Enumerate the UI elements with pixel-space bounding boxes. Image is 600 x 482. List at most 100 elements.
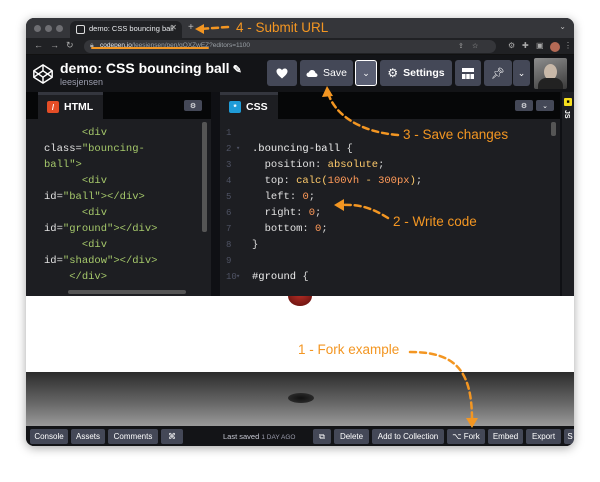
html-code[interactable]: <div class="bouncing-ball"> <div id="ball"… [26,125,211,285]
code-line[interactable]: class="bouncing- [26,141,211,157]
code-token: - [359,175,379,187]
user-avatar[interactable] [534,58,567,89]
preview-ball [288,296,312,306]
codepen-header: demo: CSS bouncing ball ✎ leesjensen Save… [26,55,574,92]
new-tab-icon[interactable]: + [188,22,194,33]
code-token: ></div> [113,223,158,235]
code-token: id [44,191,57,203]
tab-html[interactable]: / HTML [38,92,104,119]
fold-arrow-icon[interactable]: ▾ [236,141,240,157]
code-line[interactable]: id="ground"></div> [26,221,211,237]
code-line[interactable]: 3 position: absolute; [220,157,560,173]
code-line[interactable]: </div> [26,269,211,285]
share-button[interactable]: S [564,429,574,444]
html-editor-pane[interactable]: / HTML ⚙ <div class="bouncing-ball"> <div… [26,92,211,296]
pen-title[interactable]: demo: CSS bouncing ball ✎ [60,60,242,76]
annotation-submit-url: 4 - Submit URL [236,20,329,35]
profile-avatar[interactable] [550,42,560,52]
code-line[interactable]: 1 [220,125,560,141]
fold-arrow-icon[interactable]: ▾ [236,269,240,285]
css-vertical-scrollbar[interactable] [551,122,556,136]
close-tab-icon[interactable]: ✕ [170,23,177,32]
code-token: .bouncing-ball [252,143,341,155]
code-line[interactable]: <div [26,205,211,221]
pin-icon: 📌︎ [491,67,505,80]
code-line[interactable]: 6 right: 0; [220,205,560,221]
save-button[interactable]: Save [300,60,353,86]
back-icon[interactable]: ← [34,40,43,50]
code-line[interactable]: 9 [220,253,560,269]
window-minimize-dot[interactable] [45,25,52,32]
embed-button[interactable]: Embed [488,429,523,444]
codepen-logo-icon[interactable] [32,63,54,85]
code-line[interactable]: 5 left: 0; [220,189,560,205]
code-line[interactable]: <div [26,173,211,189]
keyboard-shortcuts-button[interactable]: ⌘ [161,429,183,444]
code-line[interactable]: 10 ▾ #ground { [220,269,560,285]
reload-icon[interactable]: ↻ [66,40,74,51]
tab-search-icon[interactable]: ⌄ [559,22,566,31]
code-token: : [283,175,297,187]
css-collapse-button[interactable]: ⌄ [536,100,554,111]
console-button[interactable]: Console [30,429,68,444]
pen-author[interactable]: leesjensen [60,77,103,87]
layout-grid-icon [462,67,474,79]
menu-icon[interactable]: ⋮ [564,41,572,50]
code-token: : [315,159,328,171]
chevron-down-icon: ⌄ [542,102,548,110]
html-horizontal-scrollbar[interactable] [68,290,186,294]
html-settings-button[interactable]: ⚙ [184,100,202,111]
code-line[interactable]: <div [26,125,211,141]
bookmark-star-icon[interactable]: ☆ [472,42,478,50]
gear-icon: ⚙ [520,102,528,110]
puzzle-icon[interactable]: ✚ [522,41,529,50]
code-line[interactable]: 7 bottom: 0; [220,221,560,237]
code-token: right [264,207,297,219]
code-line[interactable]: ball"> [26,157,211,173]
fork-button[interactable]: ⌥ Fork [447,429,485,444]
code-line[interactable]: id="ball"></div> [26,189,211,205]
last-saved-time: 1 DAY AGO [261,434,296,441]
assets-button[interactable]: Assets [71,429,105,444]
sidebar-icon[interactable]: ▣ [536,41,544,50]
pin-options-dropdown[interactable]: ⌄ [513,60,530,86]
save-options-dropdown[interactable]: ⌄ [355,60,377,86]
code-token: } [252,239,259,251]
code-text: top: calc(100vh - 300px); [252,173,423,189]
window-close-dot[interactable] [34,25,41,32]
code-line[interactable]: id="shadow"></div> [26,253,211,269]
pencil-icon[interactable]: ✎ [233,64,242,76]
export-button[interactable]: Export [526,429,561,444]
css-settings-button[interactable]: ⚙ [515,100,533,111]
extension-icon[interactable]: ⚙ [508,41,515,50]
result-preview[interactable] [26,296,574,426]
tab-js[interactable]: ■ JS [562,92,574,296]
code-line[interactable]: 4 top: calc(100vh - 300px); [220,173,560,189]
tab-css[interactable]: * CSS [220,92,278,119]
window-maximize-dot[interactable] [56,25,63,32]
forward-icon[interactable]: → [50,40,59,50]
settings-button[interactable]: ⚙ Settings [380,60,452,86]
share-icon[interactable]: ⇪ [458,42,464,50]
open-external-button[interactable]: ⧉ [313,429,331,444]
avatar-body [538,78,563,89]
code-line[interactable]: <div [26,237,211,253]
code-text: bottom: 0; [252,221,328,237]
comments-button[interactable]: Comments [108,429,158,444]
code-token: <div [81,239,108,251]
change-view-button[interactable] [455,60,481,86]
html-vertical-scrollbar[interactable] [202,122,207,232]
css-editor-pane[interactable]: * CSS ⚙ ⌄ 1 2 ▾ .bouncing-ball {3 position:… [220,92,560,296]
code-line[interactable]: 8} [220,237,560,253]
love-button[interactable] [267,60,297,86]
delete-button[interactable]: Delete [334,429,369,444]
add-to-collection-button[interactable]: Add to Collection [372,429,444,444]
code-line[interactable]: 2 ▾ .bouncing-ball { [220,141,560,157]
code-text: left: 0; [252,189,315,205]
browser-tab[interactable]: demo: CSS bouncing ball ✕ [70,21,182,38]
css-code[interactable]: 1 2 ▾ .bouncing-ball {3 position: absolute;… [220,125,560,285]
pin-button[interactable]: 📌︎ [484,60,512,86]
code-token: ; [315,207,322,219]
url-field[interactable]: 🔒︎ codepen.io/leesjensen/pen/gOXZwEZ?edi… [84,40,496,53]
